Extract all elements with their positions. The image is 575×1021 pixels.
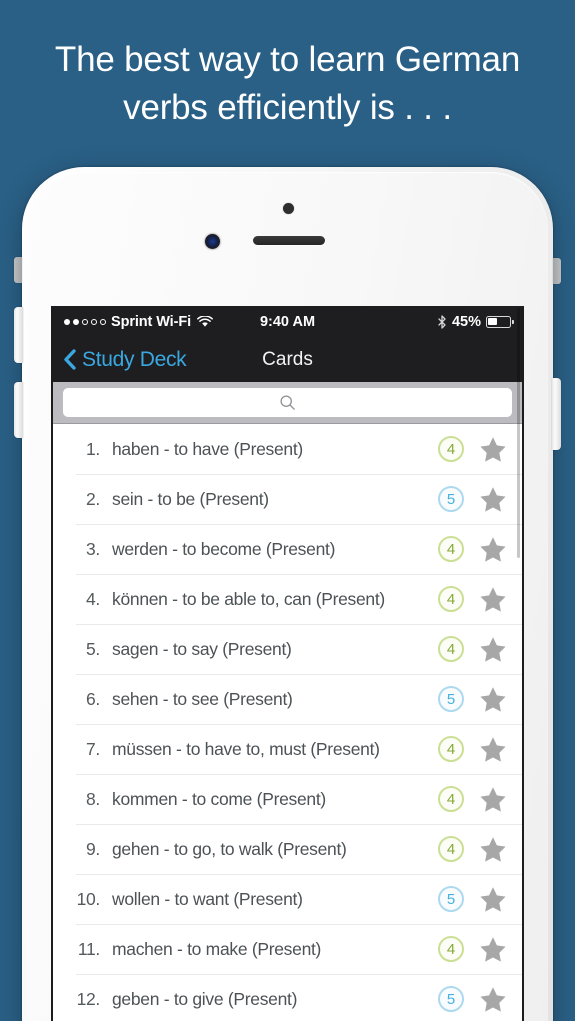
status-badge: 4 [438,586,464,612]
card-label: sein - to be (Present) [112,488,269,509]
row-index: 7. [86,738,100,759]
star-icon[interactable] [478,885,508,914]
status-bar-right: 45% [437,313,514,330]
search-icon [279,394,296,411]
status-badge: 4 [438,636,464,662]
card-label: geben - to give (Present) [112,988,298,1009]
row-index: 11. [77,938,100,959]
table-row[interactable]: 1. haben - to have (Present) 4 [53,424,522,474]
card-label: müssen - to have to, must (Present) [112,738,380,759]
star-icon[interactable] [478,735,508,764]
headline-line-2: verbs efficiently is . . . [123,88,452,128]
row-index: 1. [86,438,100,459]
volume-down-button[interactable] [14,382,23,438]
star-icon[interactable] [478,435,508,464]
status-badge: 5 [438,686,464,712]
card-label: kommen - to come (Present) [112,788,326,809]
carrier-label: Sprint Wi-Fi [111,313,192,330]
star-icon[interactable] [478,985,508,1014]
row-index: 5. [86,638,100,659]
table-row[interactable]: 4. können - to be able to, can (Present) 4 [53,574,522,624]
card-label: werden - to become (Present) [112,538,336,559]
star-icon[interactable] [478,535,508,564]
status-badge: 5 [438,986,464,1012]
table-row[interactable]: 9. gehen - to go, to walk (Present) 4 [53,824,522,874]
cards-list[interactable]: 1. haben - to have (Present) 4 2. sein - to … [53,424,522,1021]
row-index: 9. [86,838,100,859]
row-index: 12. [76,988,101,1009]
table-row[interactable]: 6. sehen - to see (Present) 5 [53,674,522,724]
row-index: 3. [86,538,100,559]
status-badge: 4 [438,536,464,562]
status-badge: 4 [438,786,464,812]
navigation-bar: Study Deck Cards [53,337,522,382]
battery-percent-label: 45% [451,313,481,330]
card-label: können - to be able to, can (Present) [112,588,385,609]
table-row[interactable]: 12. geben - to give (Present) 5 [53,974,522,1021]
card-label: machen - to make (Present) [112,938,322,959]
card-label: haben - to have (Present) [112,438,303,459]
table-row[interactable]: 5. sagen - to say (Present) 4 [53,624,522,674]
star-icon[interactable] [478,635,508,664]
front-camera-icon [205,234,220,249]
star-icon[interactable] [478,485,508,514]
page-headline: The best way to learn German verbs effic… [0,36,575,133]
card-label: gehen - to go, to walk (Present) [112,838,347,859]
card-label: sehen - to see (Present) [112,688,293,709]
status-bar: Sprint Wi-Fi 9:40 AM 45% [53,306,522,337]
wifi-icon [197,314,213,328]
status-badge: 4 [438,436,464,462]
status-bar-left: Sprint Wi-Fi [64,314,213,330]
table-row[interactable]: 2. sein - to be (Present) 5 [53,474,522,524]
vertical-scrollbar[interactable] [517,308,520,558]
star-icon[interactable] [478,585,508,614]
row-index: 4. [86,588,100,609]
row-index: 2. [86,488,100,509]
row-index: 10. [76,888,101,909]
star-icon[interactable] [478,835,508,864]
row-index: 6. [86,688,100,709]
phone-screen: Sprint Wi-Fi 9:40 AM 45% Study Deck Card… [51,306,524,1021]
battery-icon [486,315,514,328]
back-button-label: Study Deck [82,347,187,371]
status-badge: 4 [438,736,464,762]
card-label: sagen - to say (Present) [112,638,292,659]
headline-line-1: The best way to learn German [54,40,521,79]
bluetooth-icon [437,314,447,329]
back-button[interactable]: Study Deck [63,347,187,372]
search-bar-container [53,382,522,424]
table-row[interactable]: 7. müssen - to have to, must (Present) 4 [53,724,522,774]
status-badge: 4 [438,936,464,962]
power-button[interactable] [552,378,561,450]
volume-up-button[interactable] [14,307,23,363]
star-icon[interactable] [478,785,508,814]
card-label: wollen - to want (Present) [112,888,303,909]
sim-tray [553,258,561,284]
status-badge: 5 [438,486,464,512]
earpiece-speaker-icon [253,236,325,245]
table-row[interactable]: 3. werden - to become (Present) 4 [53,524,522,574]
table-row[interactable]: 11. machen - to make (Present) 4 [53,924,522,974]
status-badge: 5 [438,886,464,912]
table-row[interactable]: 8. kommen - to come (Present) 4 [53,774,522,824]
ringer-switch-button[interactable] [14,257,22,283]
search-input[interactable] [63,388,512,417]
star-icon[interactable] [478,935,508,964]
status-badge: 4 [438,836,464,862]
signal-strength-icon [64,318,106,325]
star-icon[interactable] [478,685,508,714]
chevron-left-icon [63,349,76,370]
row-index: 8. [86,788,100,809]
proximity-sensor-icon [283,203,294,214]
table-row[interactable]: 10. wollen - to want (Present) 5 [53,874,522,924]
